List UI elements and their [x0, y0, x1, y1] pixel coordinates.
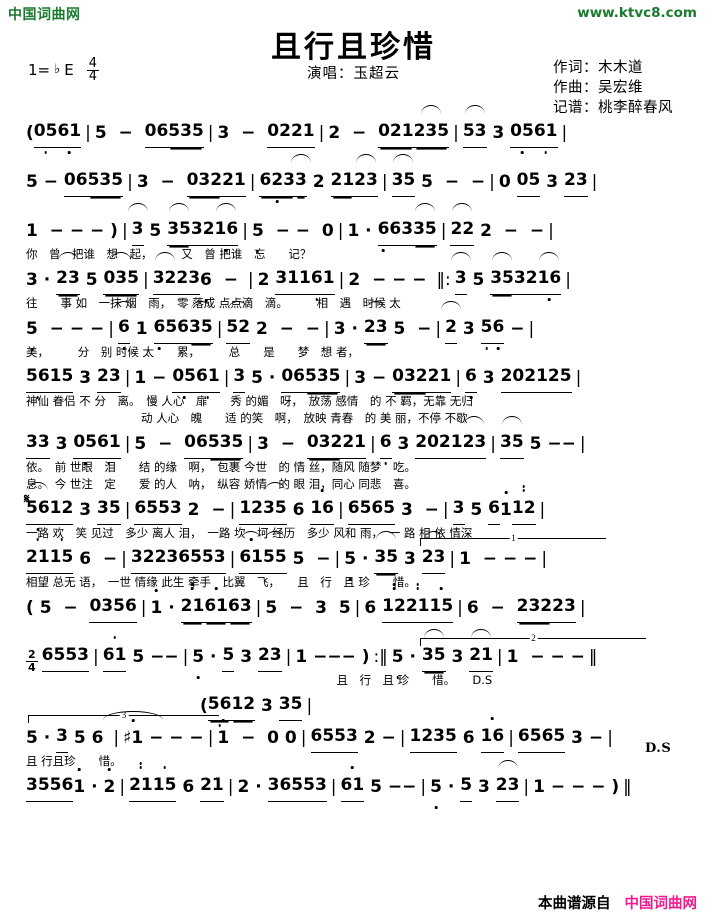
note-row: 21 15 6 − | 32 23 65 53 | 61 55 5 − | 5 · 35 3… [0, 531, 707, 574]
watermark-top-right: www.ktvc8.com [577, 5, 697, 21]
score-system: 5 − − − | 6 1 6 56 35 | 52 2 − − | 3 · 23 5 − |… [0, 301, 707, 361]
watermark-top-left: 中国词曲网 [8, 7, 81, 23]
score-system: 1 21 15 6 − | 32 23 65 53 | 61 55 5 − | 5 · 35… [0, 531, 707, 591]
ds-marking: D.S [645, 741, 672, 756]
note-row: 2 4 65 53 | 61 5 −− | 5 · 5 3 23 | 1 −−− ):‖ 5 · … [0, 629, 707, 674]
note-row: 35 56 1 · 2 | 21 15 6 21 | 2 · 3 65 53 | 61 5 … [0, 760, 707, 802]
score-system: (05 61 | 5 − 06 535 | 3 − 02 21 | 2 − 021 235 |… [0, 105, 707, 165]
note-row: 5 − 06 535 | 3 − 032 21 | 623 3 2 21 23 | 35 5… [0, 154, 707, 197]
lyric-row-2: 动 人心 魄 适 的笑 啊， 放映 青春 的 美 丽，不停 不歇 [26, 411, 468, 425]
lyric-row-1: 美， 分 别 时候 太 累， 总 是 梦 想 者， [26, 345, 359, 359]
credit-composer: 作曲：吴宏维 [553, 80, 643, 96]
note-row: ( 5 − 03 56 | 1 · 21 61 63 | 5 − 3 5 | 6 12 21… [0, 593, 707, 623]
score-sheet: (05 61 | 5 − 06 535 | 3 − 02 21 | 2 − 021 235 |… [0, 105, 707, 804]
lyric-row-2: 息。 今 世注 定 爱 的人 呐， 纵容 娇情 的 眼 泪，同心 同悲 喜。 [26, 477, 416, 491]
note-row: 5 · 3 5 6 | ♯1 − − − | 1 − 0 0 | 65 53 2 − | 12… [0, 711, 707, 753]
footer-watermark: 本曲谱源自 中国词曲网 [538, 892, 697, 913]
score-system: ( 5 − 03 56 | 1 · 21 61 63 | 5 − 3 5 | 6 12 21… [0, 593, 707, 640]
meter-change-2-4: 24 [26, 648, 38, 674]
score-system: 𝄋 56 12 3 35 | 65 53 2 − | 12 35 6 16 | 65 65 3… [0, 482, 707, 542]
volta-bracket-2: 2 [420, 633, 646, 646]
score-system: 35 56 1 · 2 | 21 15 6 21 | 2 · 3 65 53 | 61 5 … [0, 760, 707, 802]
lyric-row-1 [0, 148, 707, 165]
key-signature: 1= ♭ E 4 4 [28, 57, 100, 84]
credit-transcriber: 记谱：桃李醉春风 [553, 100, 673, 116]
score-system: 33 3 05 61 | 5 − 06 535 | 3 − 032 21 | 6 3 2 0… [0, 416, 707, 493]
note-row: 56 15 3 23 | 1 − 05 61 | 3 5 · 06 535 | 3 − 03… [0, 363, 707, 393]
footer-site-label: 中国词曲网 [624, 896, 698, 912]
lyric-row-1: 神仙 眷侣 不 分 离。 慢 人心 扉 秀 的媚 呀， 放荡 感情 的 不 羁，… [26, 394, 473, 408]
note-row: 5 − − − | 6 1 6 56 35 | 52 2 − − | 3 · 23 5 − |… [0, 301, 707, 344]
flat-icon: ♭ [54, 62, 61, 77]
lyric-row-1: 依。 前 世眼 泪 结 的缘 啊， 包裹 今世 的 情 丝，随风 随梦 吃。 [26, 460, 416, 474]
note-row: (05 61 | 5 − 06 535 | 3 − 02 21 | 2 − 021 235 |… [0, 105, 707, 148]
time-signature: 4 4 [86, 57, 100, 84]
note-row: 𝄋 56 12 3 35 | 65 53 2 − | 12 35 6 16 | 65 65 3… [0, 482, 707, 525]
lyric-row-1: 相望 总无 语， 一世 情缘 此生 牵手 比翼 飞， 且 行 且 珍 惜。 [26, 575, 416, 589]
footer-source-label: 本曲谱源自 [538, 896, 611, 912]
key-letter: E [64, 60, 74, 79]
lyric-text: 且 行 且 珍 惜。 D.S [26, 673, 493, 687]
credit-lyricist: 作词：木木道 [553, 60, 643, 76]
lyric-row-1: 你 曾 把谁 想 起， 又 曾 把谁 忘 记？ [26, 247, 312, 261]
score-system: 5 − 06 535 | 3 − 032 21 | 623 3 2 21 23 | 35 5… [0, 154, 707, 214]
volta-number-1: 1 [509, 533, 518, 543]
volta-bracket-1: 1 [420, 533, 606, 546]
score-system: 2 2 4 65 53 | 61 5 −− | 5 · 5 3 23 | 1 −−− ):‖ 5 … [0, 629, 707, 689]
score-system: 3 · 23 5 035 | 32 23 6 − | 2 31 1 6 1 | 2 − −… [0, 252, 707, 312]
credits-block: 作词：木木道 作曲：吴宏维 记谱：桃李醉春风 [553, 58, 673, 118]
do-equals-label: 1= [28, 60, 51, 79]
meter-denominator: 4 [88, 69, 98, 84]
score-system: 3 5 · 3 5 6 | ♯1 − − − | 1 − 0 0 | 65 53 2 − |… [0, 710, 707, 770]
note-row: 3 · 23 5 035 | 32 23 6 − | 2 31 1 6 1 | 2 − −… [0, 252, 707, 295]
lyric-row-1: 且 行 且 珍 惜。 D.S [0, 672, 707, 689]
lyric-row-1: 往 事 如 一抹 烟 雨， 零 落成 点点滴 滴。 相 遇 时候 太 [26, 296, 401, 310]
note-row: 1 − − − ) | 3 5 35 32 16 | 5 − − 0 | 1 · 6 63 … [0, 203, 707, 246]
note-row: 33 3 05 61 | 5 − 06 535 | 3 − 032 21 | 6 3 2 0… [0, 416, 707, 459]
volta-number-2: 2 [529, 633, 538, 643]
score-system: 56 15 3 23 | 1 − 05 61 | 3 5 · 06 535 | 3 − 03… [0, 363, 707, 427]
lyric-row-1 [0, 197, 707, 214]
score-system: 1 − − − ) | 3 5 35 32 16 | 5 − − 0 | 1 · 6 63 … [0, 203, 707, 263]
